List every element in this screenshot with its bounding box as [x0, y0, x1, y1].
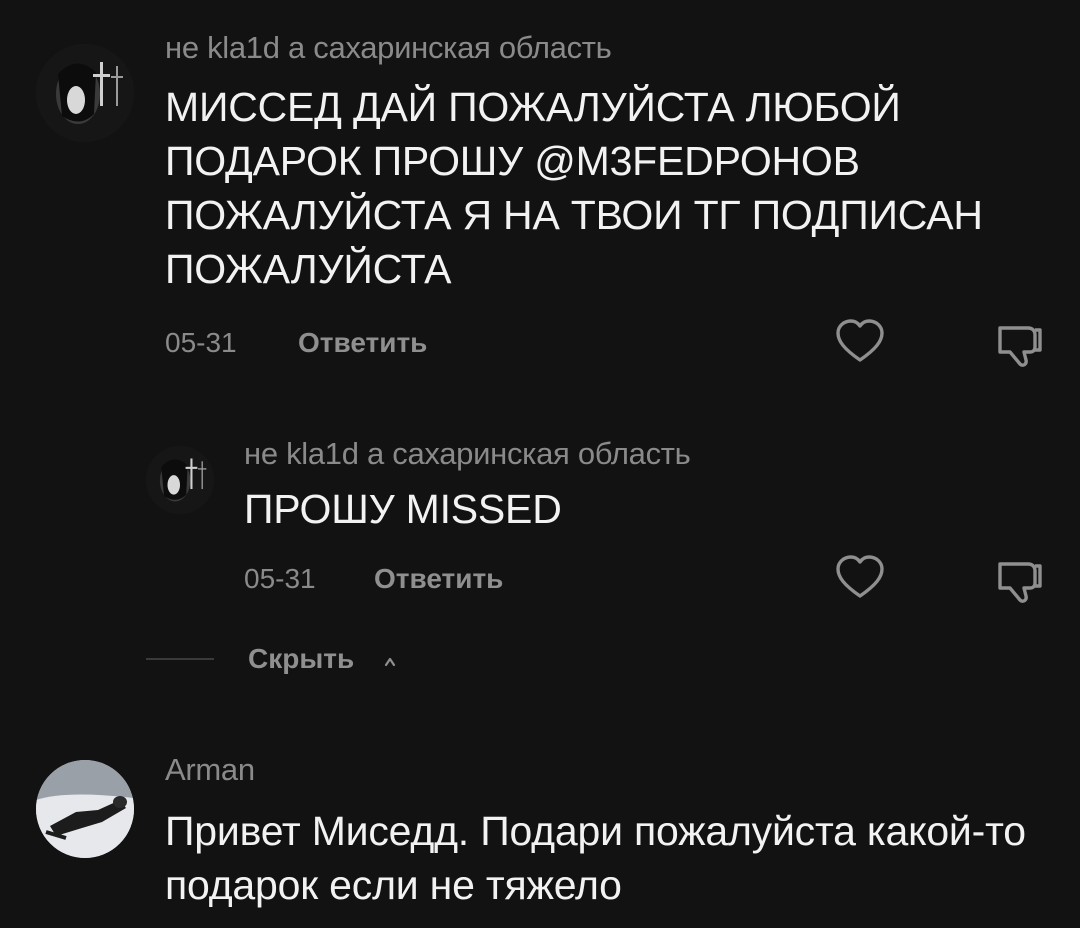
avatar-image [36, 44, 134, 142]
reply-item: не kla1d а сахаринская область ПРОШУ MIS… [0, 420, 1080, 620]
reply-button[interactable]: Ответить [298, 327, 427, 359]
avatar[interactable] [146, 446, 214, 514]
avatar[interactable] [36, 760, 134, 858]
reply-text: ПРОШУ MISSED [244, 486, 562, 532]
dislike-button[interactable] [994, 554, 1046, 606]
chevron-up-icon [383, 654, 397, 668]
reply-username[interactable]: не kla1d а сахаринская область [244, 436, 691, 472]
dislike-button[interactable] [994, 318, 1046, 370]
avatar-image [36, 760, 134, 858]
avatar-image [146, 446, 214, 514]
thumbs-down-outline-icon [998, 562, 1042, 603]
comment-item: не kla1d а сахаринская область МИССЕД ДА… [0, 0, 1080, 420]
thumbs-down-outline-icon [998, 326, 1042, 367]
divider [146, 658, 214, 660]
heart-outline-icon [836, 555, 884, 598]
reply-date: 05-31 [244, 563, 316, 594]
comment-username[interactable]: Arman [165, 752, 255, 788]
comment-item: Arman Привет Миседд. Подари пожалуйста к… [0, 740, 1080, 928]
comment-date: 05-31 [165, 327, 237, 358]
comment-text: МИССЕД ДАЙ ПОЖАЛУЙСТА ЛЮБОЙ ПОДАРОК ПРОШ… [165, 84, 983, 292]
hide-replies-button[interactable]: Скрыть [248, 643, 354, 675]
comment-username[interactable]: не kla1d а сахаринская область [165, 30, 612, 66]
heart-outline-icon [836, 319, 884, 362]
hide-replies-row[interactable]: Скрыть [146, 640, 546, 680]
like-button[interactable] [834, 554, 886, 602]
reply-button[interactable]: Ответить [374, 563, 503, 595]
like-button[interactable] [834, 318, 886, 366]
avatar[interactable] [36, 44, 134, 142]
comment-text: Привет Миседд. Подари пожалуйста какой-т… [165, 808, 1026, 908]
